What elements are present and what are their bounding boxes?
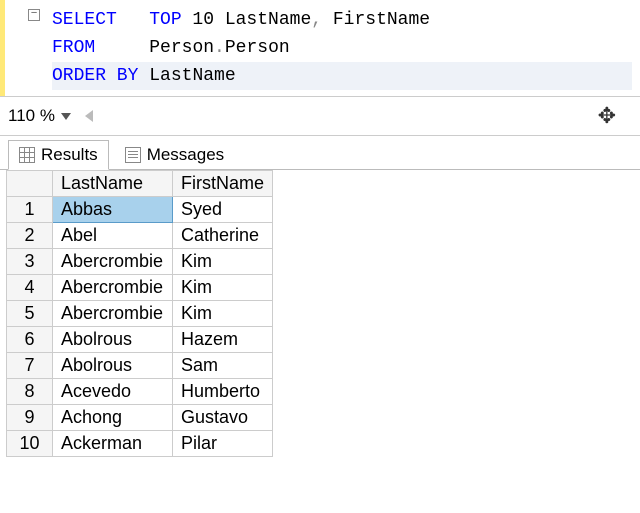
cell-lastname[interactable]: Abel (53, 223, 173, 249)
table-row[interactable]: 9 Achong Gustavo (7, 405, 273, 431)
cell-firstname[interactable]: Kim (173, 275, 273, 301)
table-row[interactable]: 3 Abercrombie Kim (7, 249, 273, 275)
table-row[interactable]: 1 Abbas Syed (7, 197, 273, 223)
table-row[interactable]: 4 Abercrombie Kim (7, 275, 273, 301)
tab-messages[interactable]: Messages (115, 141, 234, 169)
cell-lastname[interactable]: Achong (53, 405, 173, 431)
cell-firstname[interactable]: Kim (173, 301, 273, 327)
cell-firstname[interactable]: Sam (173, 353, 273, 379)
table-row[interactable]: 6 Abolrous Hazem (7, 327, 273, 353)
row-number[interactable]: 10 (7, 431, 53, 457)
code-area[interactable]: SELECT TOP 10 LastName, FirstName FROM P… (44, 0, 640, 96)
row-number[interactable]: 3 (7, 249, 53, 275)
cell-lastname[interactable]: Acevedo (53, 379, 173, 405)
cell-firstname[interactable]: Pilar (173, 431, 273, 457)
splitter-move-icon[interactable]: ✥ (598, 103, 632, 129)
cell-firstname[interactable]: Humberto (173, 379, 273, 405)
cell-lastname[interactable]: Ackerman (53, 431, 173, 457)
cell-lastname[interactable]: Abercrombie (53, 275, 173, 301)
row-number[interactable]: 5 (7, 301, 53, 327)
row-number[interactable]: 6 (7, 327, 53, 353)
collapse-icon[interactable]: − (28, 9, 40, 21)
rownum-header[interactable] (7, 171, 53, 197)
cell-firstname[interactable]: Kim (173, 249, 273, 275)
table-row[interactable]: 8 Acevedo Humberto (7, 379, 273, 405)
table-row[interactable]: 10 Ackerman Pilar (7, 431, 273, 457)
row-number[interactable]: 8 (7, 379, 53, 405)
zoom-bar: 110 % ✥ (0, 97, 640, 136)
tab-label: Results (41, 145, 98, 165)
messages-icon (125, 147, 141, 163)
grid-icon (19, 147, 35, 163)
cell-firstname[interactable]: Gustavo (173, 405, 273, 431)
row-number[interactable]: 2 (7, 223, 53, 249)
row-number[interactable]: 1 (7, 197, 53, 223)
tab-results[interactable]: Results (8, 140, 109, 170)
column-header-lastname[interactable]: LastName (53, 171, 173, 197)
cell-lastname[interactable]: Abolrous (53, 353, 173, 379)
cell-firstname[interactable]: Syed (173, 197, 273, 223)
zoom-dropdown-icon[interactable] (61, 113, 71, 120)
table-row[interactable]: 2 Abel Catherine (7, 223, 273, 249)
table-row[interactable]: 7 Abolrous Sam (7, 353, 273, 379)
cell-lastname[interactable]: Abolrous (53, 327, 173, 353)
cell-lastname[interactable]: Abercrombie (53, 249, 173, 275)
tab-label: Messages (147, 145, 224, 165)
zoom-value: 110 % (8, 106, 55, 126)
editor-gutter: − (0, 0, 44, 96)
cell-lastname[interactable]: Abercrombie (53, 301, 173, 327)
table-row[interactable]: 5 Abercrombie Kim (7, 301, 273, 327)
cell-firstname[interactable]: Hazem (173, 327, 273, 353)
code-line: FROM Person.Person (52, 34, 632, 62)
code-line: SELECT TOP 10 LastName, FirstName (52, 6, 632, 34)
sql-editor[interactable]: − SELECT TOP 10 LastName, FirstName FROM… (0, 0, 640, 97)
row-number[interactable]: 9 (7, 405, 53, 431)
column-header-firstname[interactable]: FirstName (173, 171, 273, 197)
cell-firstname[interactable]: Catherine (173, 223, 273, 249)
code-line: ORDER BY LastName (52, 62, 632, 90)
row-number[interactable]: 4 (7, 275, 53, 301)
results-tabs: Results Messages (0, 136, 640, 170)
scroll-left-icon[interactable] (85, 110, 93, 122)
results-grid[interactable]: LastName FirstName 1 Abbas Syed 2 Abel C… (0, 170, 640, 457)
cell-lastname[interactable]: Abbas (53, 197, 173, 223)
row-number[interactable]: 7 (7, 353, 53, 379)
